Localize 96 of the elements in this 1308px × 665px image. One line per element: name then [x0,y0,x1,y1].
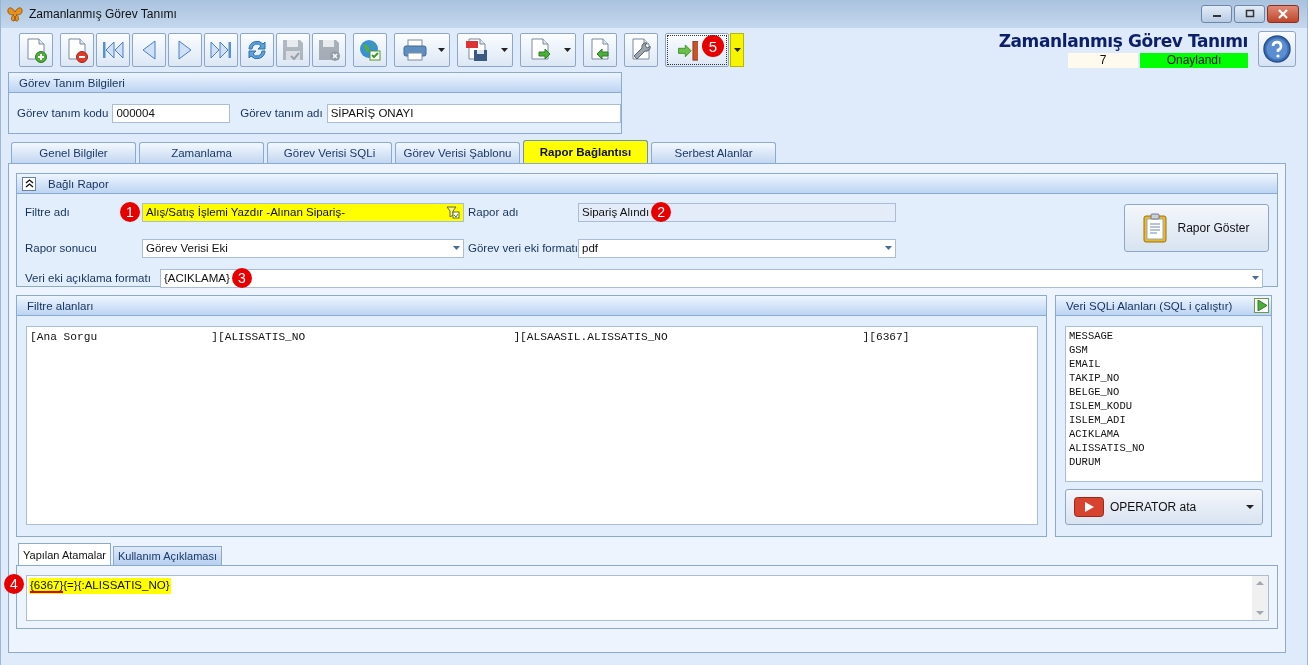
maximize-button[interactable] [1234,5,1265,23]
caret-icon [563,48,571,52]
field-label: Veri eki açıklama formatı [25,272,152,284]
dropdown-field[interactable]: Görev Verisi Eki [142,238,464,258]
input-field[interactable]: 000004 [112,103,231,123]
callout-number: 2 [651,202,672,222]
field-label: Görev tanım adı [240,107,323,119]
record-count: 7 [1068,53,1138,68]
tab[interactable]: Zamanlama [139,142,264,163]
wrench-button[interactable] [624,33,658,67]
floppy-check-icon [280,37,306,63]
field-label: Rapor adı [467,206,520,218]
collapse-button[interactable] [22,176,36,191]
list-item[interactable]: MESSAGE [1069,329,1259,343]
window-title: Zamanlanmış Görev Tanımı [29,7,177,21]
document-export-button[interactable] [520,33,576,67]
printer-button[interactable] [394,33,450,67]
play-icon [1256,300,1267,311]
group-title: Veri SQLi Alanları (SQL i çalıştır) [1066,299,1233,312]
list-item[interactable]: GSM [1069,343,1259,357]
minimize-button[interactable] [1201,5,1232,23]
next-button[interactable] [168,33,202,67]
previous-button[interactable] [132,33,166,67]
tab[interactable]: Rapor Bağlantısı [523,140,648,163]
input-field[interactable]: Sipariş Alındı 2 [578,202,896,222]
list-item[interactable]: EMAIL [1069,357,1259,371]
group-title: Bağlı Rapor [48,177,109,190]
list-item[interactable]: TAKIP_NO [1069,371,1259,385]
field-label: Filtre adı [25,206,71,218]
dropdown-field[interactable]: {ACIKLAMA} 3 [160,268,1263,288]
pdf-floppy-icon [464,37,490,63]
assignment-text: {6367} [30,579,64,593]
callout-number: 4 [4,574,24,594]
globe-check-button[interactable] [353,33,387,67]
dropdown-field[interactable]: pdf [578,238,896,258]
callout-number: 5 [702,35,724,57]
list-item[interactable]: BELGE_NO [1069,385,1259,399]
help-icon [1262,34,1292,64]
show-report-button[interactable]: Rapor Göster [1124,204,1269,252]
printer-icon [401,37,427,63]
dropdown-arrow-icon [1252,276,1259,280]
close-button[interactable] [1267,5,1299,23]
document-remove-button[interactable] [60,33,94,67]
scrollbar-drawing [1252,576,1268,620]
lookup-icon [446,205,460,219]
list-item[interactable]: ALISSATIS_NO [1069,441,1259,455]
butterfly-icon [7,6,23,22]
input-field[interactable]: Alış/Satış İşlemi Yazdır -Alınan Sipariş- [142,202,464,222]
field-label: Görev veri eki formatı [467,242,578,254]
dropdown-arrow-icon [885,246,892,250]
tab[interactable]: Görev Verisi SQLi [267,142,392,163]
globe-check-icon [357,37,383,63]
list-item[interactable]: ISLEM_KODU [1069,399,1259,413]
help-button[interactable] [1258,31,1296,67]
tab[interactable]: Görev Verisi Şablonu [395,142,520,163]
tab[interactable]: Kullanım Açıklaması [112,546,222,565]
field-label: Görev tanım kodu [17,107,109,119]
text-area[interactable]: [Ana Sorgu ][ALISSATIS_NO ][ALSAASIL.ALISSATIS_NO ][6367] [26,326,1038,525]
tab[interactable]: Yapılan Atamalar [18,543,111,565]
floppy-delete-icon [316,37,342,63]
dropdown-button[interactable] [730,33,744,67]
field-label: Rapor sonucu [25,242,98,254]
clipboard-icon [1143,213,1168,243]
operator-button[interactable]: OPERATOR ata [1065,489,1263,525]
status-label: Onaylandı [1140,53,1248,68]
caret-icon [1246,505,1254,509]
input-field[interactable]: SİPARİŞ ONAYI [326,103,621,123]
last-button[interactable] [204,33,238,67]
list-item[interactable]: ISLEM_ADI [1069,413,1259,427]
caret-icon [733,48,741,52]
form-title: Zamanlanmış Görev Tanımı [998,31,1248,51]
list-item[interactable]: DURUM [1069,455,1259,469]
exit-door-button[interactable]: 5 [665,33,729,67]
callout-number: 3 [231,268,252,288]
play-icon [1074,497,1104,517]
group-title: Filtre alanları [17,296,1046,316]
assignment-text: {=}{:ALISSATIS_NO} [63,579,170,593]
document-add-button[interactable] [19,33,53,67]
group-title: Görev Tanım Bilgileri [9,73,621,93]
close-icon [1278,9,1288,19]
callout-number: 1 [120,202,140,222]
pdf-floppy-button[interactable] [457,33,513,67]
refresh-button[interactable] [240,33,274,67]
tab[interactable]: Serbest Alanlar [651,142,776,163]
tab[interactable]: Genel Bilgiler [11,142,136,163]
document-back-button[interactable] [583,33,617,67]
caret-icon [500,48,508,52]
collapse-icon [24,179,34,188]
text-area[interactable]: {6367}{=}{:ALISSATIS_NO} [26,575,1269,621]
text-line: [Ana Sorgu ][ALISSATIS_NO ][ALSAASIL.ALISSATIS_NO ][6367] [30,330,911,344]
caret-icon [437,48,445,52]
dropdown-arrow-icon [453,246,460,250]
list-item[interactable]: ACIKLAMA [1069,427,1259,441]
first-button[interactable] [96,33,130,67]
maximize-icon [1244,9,1255,19]
run-button[interactable] [1254,298,1269,313]
